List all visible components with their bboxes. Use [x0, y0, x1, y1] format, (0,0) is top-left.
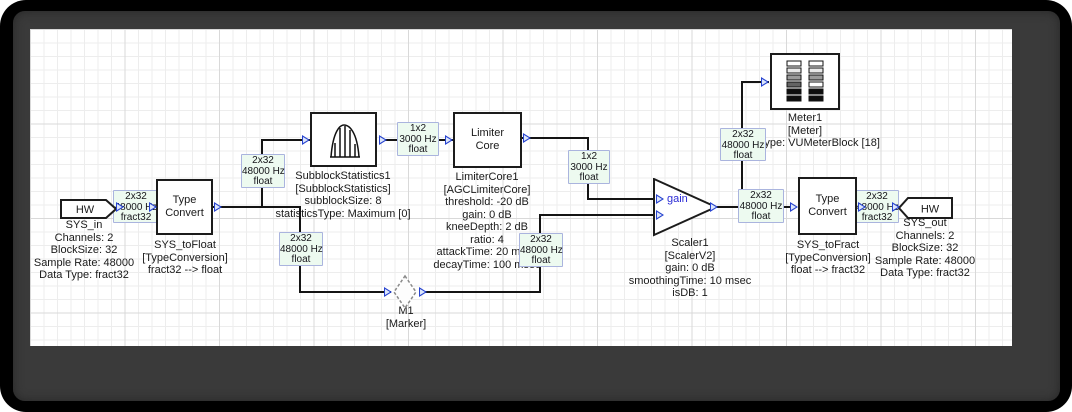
wire-label[interactable]: 2x32 48000 Hz float: [279, 232, 323, 266]
annotation-sys-out: SYS_out Channels: 2 BlockSize: 32 Sample…: [874, 217, 976, 279]
wire-label[interactable]: 2x32 48000 Hz float: [519, 233, 563, 267]
vu-meter-icon: [786, 60, 824, 101]
output-pin-icon[interactable]: [116, 202, 124, 212]
hw-output-label: HW: [921, 204, 940, 216]
scaler-triangle-shape: [653, 178, 719, 237]
wire[interactable]: [539, 214, 655, 216]
output-pin-icon[interactable]: [214, 202, 222, 212]
input-pin-icon[interactable]: [656, 194, 664, 204]
annotation-scaler: Scaler1 [ScalerV2] gain: 0 dB smoothingT…: [628, 237, 752, 299]
wire[interactable]: [587, 198, 657, 200]
wire[interactable]: [420, 291, 541, 293]
marker-block[interactable]: [392, 274, 420, 310]
hw-output-block[interactable]: HW: [898, 197, 954, 219]
limiter-core-block[interactable]: Limiter Core: [453, 112, 522, 168]
annotation-sys-to-float: SYS_toFloat [TypeConversion] fract32 -->…: [142, 239, 228, 276]
type-convert-out-block[interactable]: Type Convert: [798, 177, 857, 235]
type-convert-in-block[interactable]: Type Convert: [156, 179, 213, 235]
wire-label[interactable]: 1x2 3000 Hz float: [397, 122, 439, 156]
wire-label[interactable]: 2x32 48000 Hz float: [738, 189, 784, 223]
hw-input-block[interactable]: HW: [60, 199, 117, 219]
output-pin-icon[interactable]: [523, 133, 531, 143]
output-pin-icon[interactable]: [858, 202, 866, 212]
wire[interactable]: [522, 137, 589, 139]
annotation-subblock: SubblockStatistics1 [SubblockStatistics]…: [275, 170, 411, 220]
wire-label[interactable]: 1x2 3000 Hz float: [568, 150, 610, 184]
meter-block[interactable]: [770, 53, 840, 110]
input-pin-icon[interactable]: [445, 135, 453, 145]
hw-input-label: HW: [76, 204, 95, 216]
input-pin-icon[interactable]: [149, 202, 157, 212]
wire-label[interactable]: 2x32 48000 Hz float: [241, 154, 285, 188]
input-pin-icon[interactable]: [656, 210, 664, 220]
wire[interactable]: [299, 291, 391, 293]
output-pin-icon[interactable]: [710, 202, 718, 212]
output-pin-icon[interactable]: [379, 135, 387, 145]
annotation-sys-in: SYS_in Channels: 2 BlockSize: 32 Sample …: [33, 219, 135, 281]
input-pin-icon[interactable]: [892, 202, 900, 212]
subblock-statistics-block[interactable]: [310, 112, 377, 167]
histogram-icon: [329, 123, 360, 158]
input-pin-icon[interactable]: [790, 202, 798, 212]
design-canvas[interactable]: SYS_in Channels: 2 BlockSize: 32 Sample …: [30, 29, 1012, 346]
screenshot-stage: SYS_in Channels: 2 BlockSize: 32 Sample …: [0, 0, 1072, 412]
marker-diamond-shape: [393, 274, 417, 310]
input-pin-icon[interactable]: [302, 135, 310, 145]
input-pin-icon[interactable]: [761, 77, 769, 87]
output-pin-icon[interactable]: [419, 287, 427, 297]
scaler-gain-pin-label: gain: [667, 193, 688, 205]
annotation-sys-to-fract: SYS_toFract [TypeConversion] float --> f…: [785, 239, 871, 276]
wire-label[interactable]: 2x32 48000 Hz float: [720, 128, 766, 161]
input-pin-icon[interactable]: [384, 287, 392, 297]
